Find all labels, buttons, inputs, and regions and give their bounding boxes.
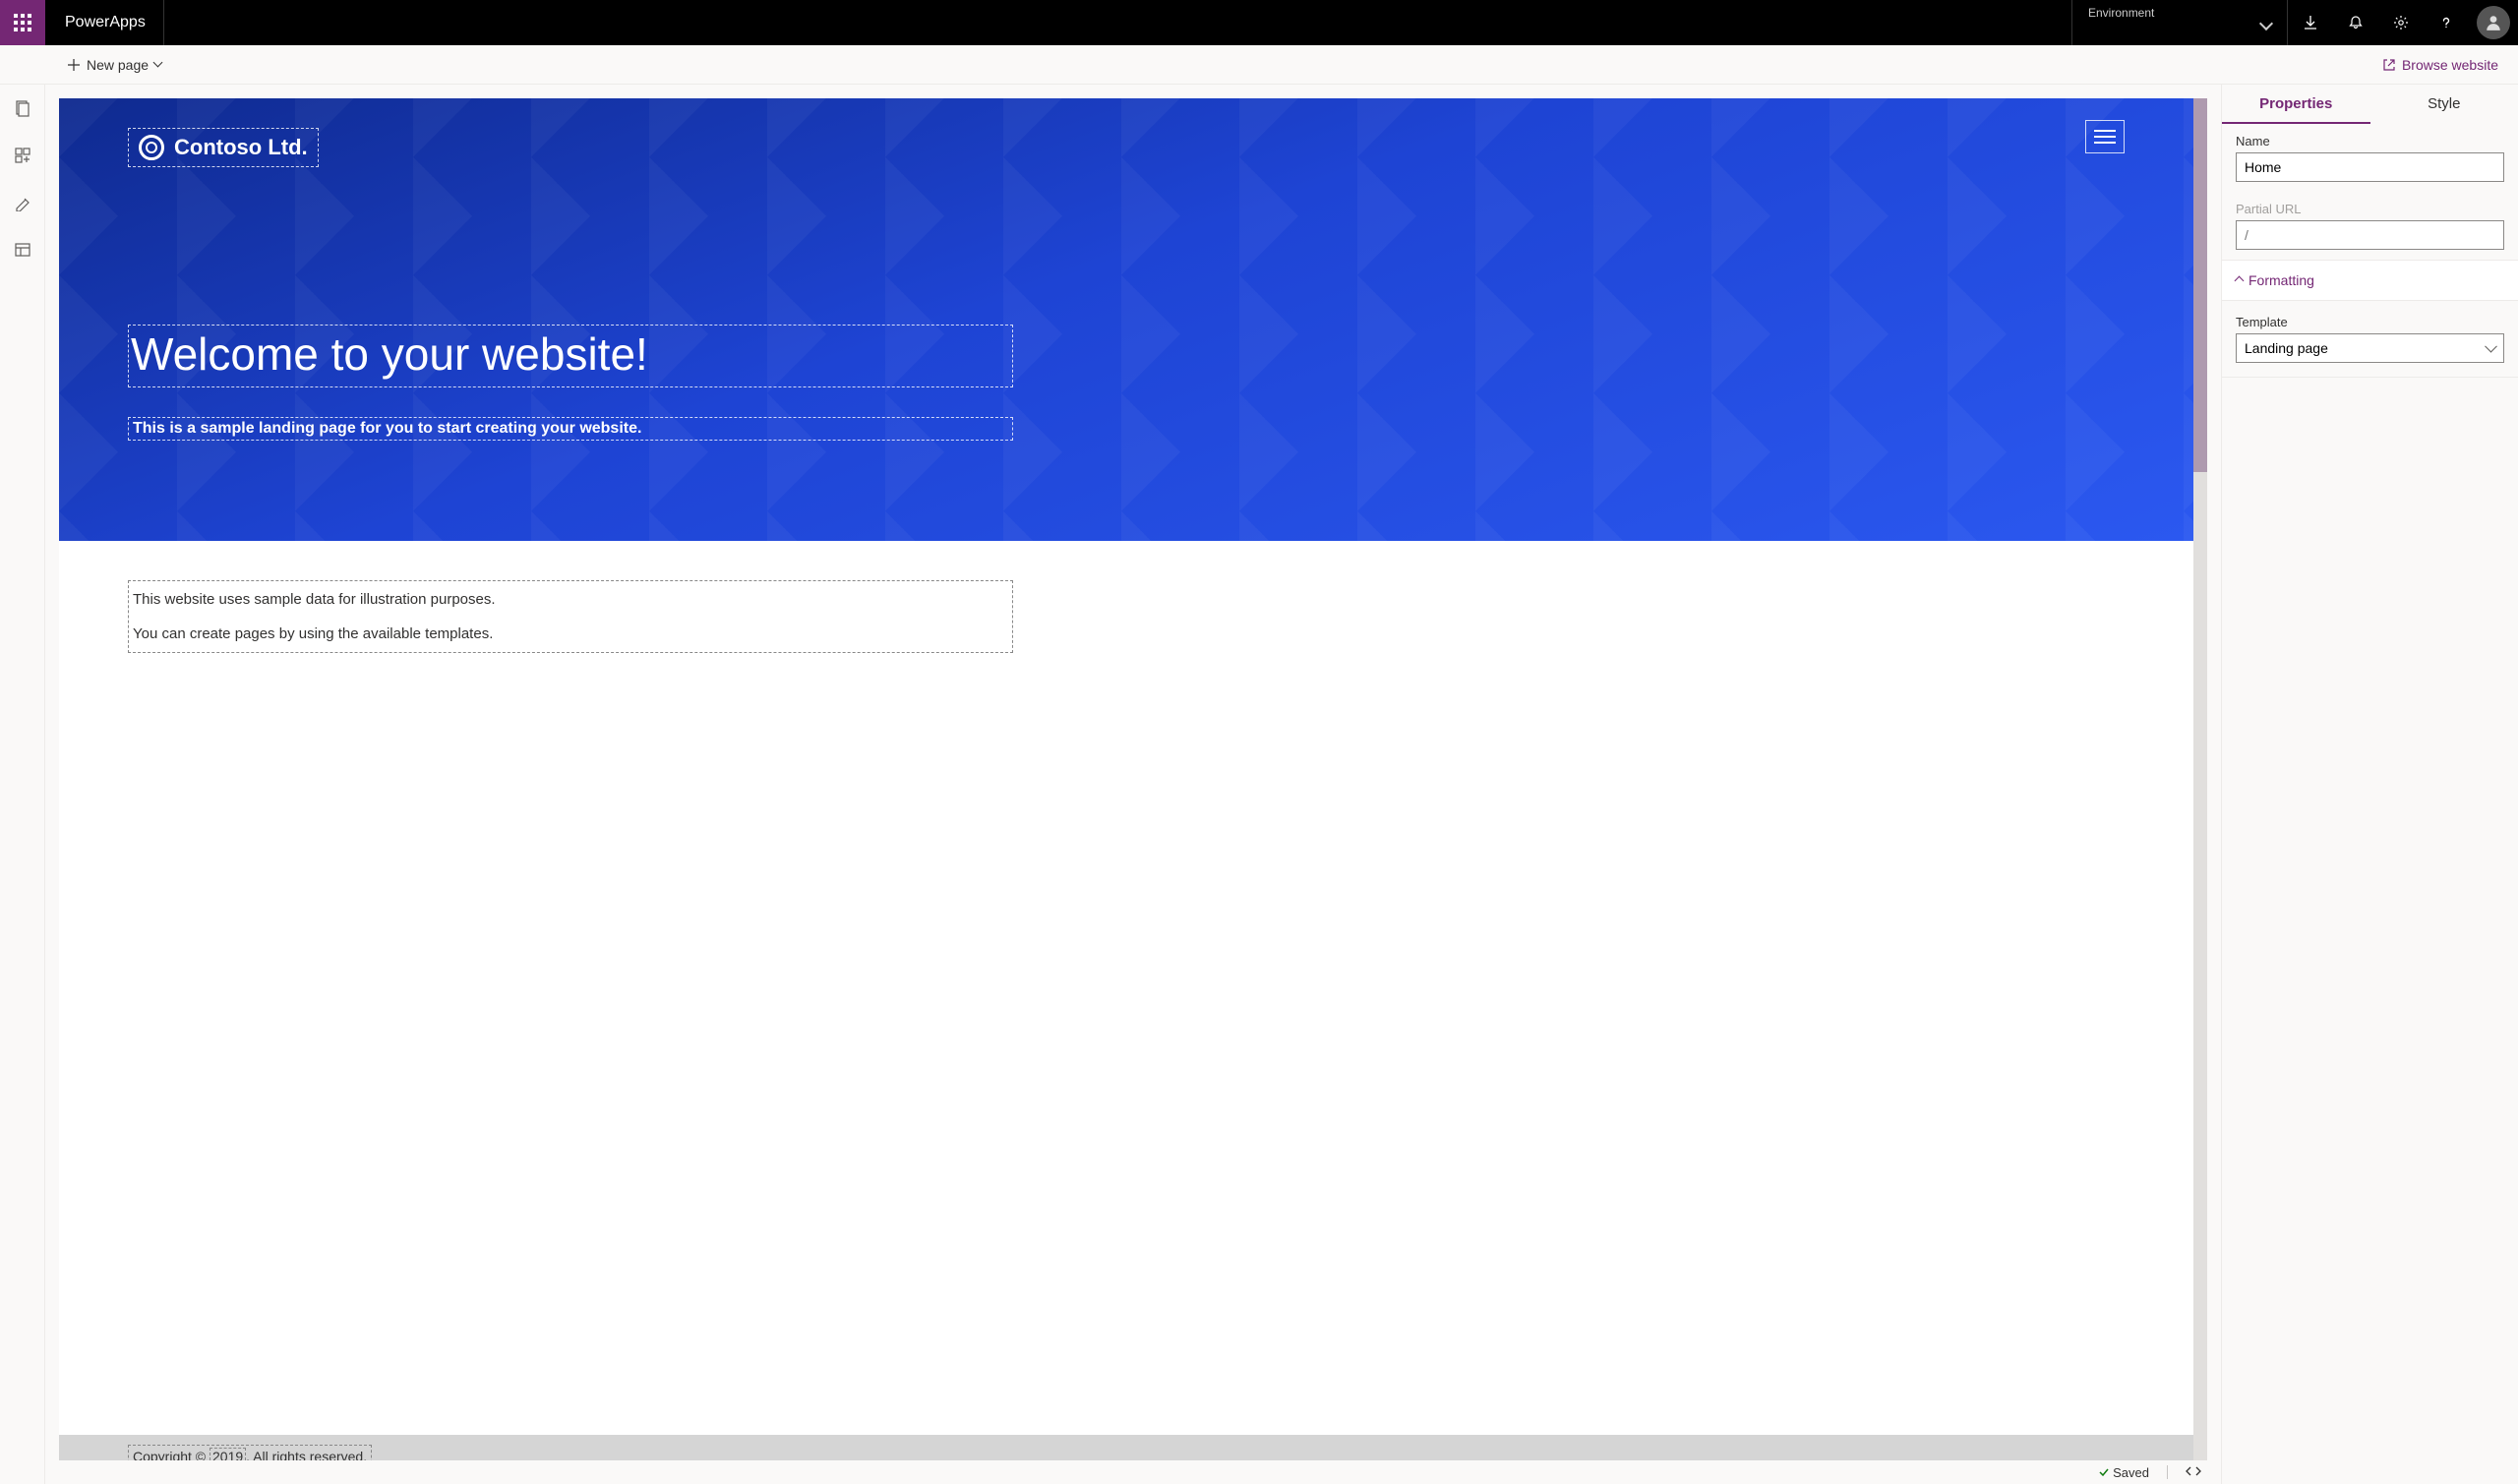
environment-label: Environment <box>2088 6 2154 20</box>
divider <box>2167 1465 2168 1479</box>
body-section[interactable]: This website uses sample data for illust… <box>59 541 2193 692</box>
partial-url-input[interactable] <box>2236 220 2504 250</box>
property-pane: Properties Style Name Partial URL Format… <box>2221 85 2518 1484</box>
waffle-button[interactable] <box>0 0 45 45</box>
chevron-down-icon <box>2259 17 2273 30</box>
browse-website-button[interactable]: Browse website <box>2374 53 2506 77</box>
hero-subheading[interactable]: This is a sample landing page for you to… <box>128 417 1013 441</box>
saved-status: Saved <box>2098 1465 2150 1480</box>
pages-icon[interactable] <box>11 96 34 120</box>
browse-website-label: Browse website <box>2402 57 2498 73</box>
canvas-scrollbar[interactable] <box>2193 98 2207 1484</box>
template-select[interactable]: Landing page <box>2236 333 2504 363</box>
settings-icon[interactable] <box>2378 0 2424 45</box>
logo-icon <box>139 135 164 160</box>
name-input[interactable] <box>2236 152 2504 182</box>
plus-icon <box>67 58 81 72</box>
external-link-icon <box>2382 58 2396 72</box>
source-code-button[interactable] <box>2186 1464 2201 1481</box>
help-icon[interactable] <box>2424 0 2469 45</box>
partial-url-label: Partial URL <box>2236 202 2504 216</box>
components-icon[interactable] <box>11 144 34 167</box>
company-name: Contoso Ltd. <box>174 135 308 160</box>
name-label: Name <box>2236 134 2504 148</box>
hamburger-menu[interactable] <box>2085 120 2125 153</box>
download-icon[interactable] <box>2288 0 2333 45</box>
left-rail <box>0 85 45 1484</box>
new-page-button[interactable]: New page <box>59 53 169 77</box>
title-bar: PowerApps Environment <box>0 0 2518 45</box>
new-page-label: New page <box>87 57 149 73</box>
formatting-header[interactable]: Formatting <box>2222 260 2518 301</box>
hero-heading[interactable]: Welcome to your website! <box>128 325 1013 387</box>
template-value: Landing page <box>2245 340 2328 356</box>
template-label: Template <box>2236 315 2504 329</box>
waffle-icon <box>14 14 31 31</box>
app-name: PowerApps <box>45 0 164 45</box>
command-bar: New page Browse website <box>0 45 2518 85</box>
check-icon <box>2098 1466 2110 1478</box>
tab-properties[interactable]: Properties <box>2222 85 2370 124</box>
canvas-scroll-thumb[interactable] <box>2193 98 2207 472</box>
site-logo[interactable]: Contoso Ltd. <box>128 128 319 167</box>
chevron-up-icon <box>2235 275 2245 285</box>
chevron-down-icon <box>153 58 163 68</box>
body-text-region[interactable]: This website uses sample data for illust… <box>128 580 1013 653</box>
tab-style[interactable]: Style <box>2370 85 2518 124</box>
themes-icon[interactable] <box>11 191 34 214</box>
user-avatar[interactable] <box>2477 6 2510 39</box>
body-line-2: You can create pages by using the availa… <box>133 625 1008 642</box>
notifications-icon[interactable] <box>2333 0 2378 45</box>
templates-icon[interactable] <box>11 238 34 262</box>
website-preview[interactable]: Contoso Ltd. Welcome to your website! Th… <box>59 98 2193 1484</box>
hero-section[interactable]: Contoso Ltd. Welcome to your website! Th… <box>59 98 2193 541</box>
environment-picker[interactable]: Environment <box>2071 0 2288 45</box>
formatting-label: Formatting <box>2248 272 2314 288</box>
canvas-area: Contoso Ltd. Welcome to your website! Th… <box>45 85 2221 1484</box>
code-icon <box>2186 1464 2201 1478</box>
body-line-1: This website uses sample data for illust… <box>133 591 1008 608</box>
status-bar: Saved <box>45 1460 2221 1484</box>
